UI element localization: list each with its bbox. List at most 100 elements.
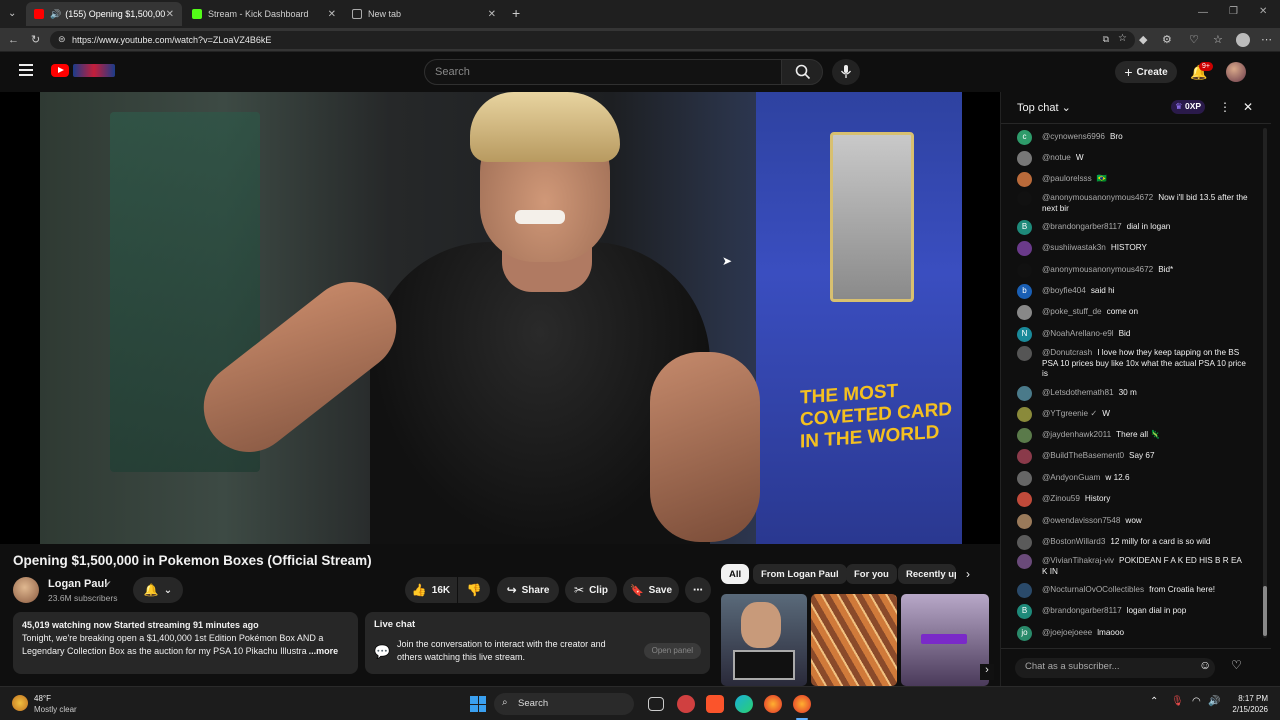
chat-author[interactable]: @jaydenhawk2011 (1042, 430, 1111, 439)
chat-author[interactable]: @cynowens6996 (1042, 132, 1105, 141)
tray-chevron-icon[interactable]: ⌃ (1150, 696, 1158, 707)
chat-message[interactable]: b @boyfie404 said hi (1017, 284, 1249, 299)
chat-author[interactable]: @Donutcrash (1042, 348, 1092, 357)
clip-button[interactable]: ✂ Clip (565, 577, 617, 603)
chat-avatar[interactable]: N (1017, 327, 1032, 342)
recommended-thumbnail-1[interactable] (721, 594, 807, 686)
tray-volume-icon[interactable]: 🔊 (1208, 696, 1220, 707)
more-menu-icon[interactable]: ⋯ (1261, 34, 1272, 46)
tray-wifi-icon[interactable]: ◠ (1192, 696, 1201, 707)
chat-author[interactable]: @AndyonGuam (1042, 473, 1100, 482)
recommended-thumbnail-3[interactable] (901, 594, 989, 686)
chat-avatar[interactable] (1017, 346, 1032, 361)
minimize-icon[interactable]: — (1198, 7, 1208, 18)
chat-author[interactable]: @poke_stuff_de (1042, 307, 1102, 316)
chat-avatar[interactable] (1017, 471, 1032, 486)
chip-all[interactable]: All (721, 564, 750, 584)
chat-message[interactable]: c @cynowens6996 Bro (1017, 130, 1249, 145)
save-button[interactable]: 🔖 Save (623, 577, 679, 603)
like-button[interactable]: 👍 16K (405, 577, 457, 603)
chat-message[interactable]: @Letsdothemath81 30 m (1017, 386, 1249, 401)
channel-avatar[interactable] (13, 577, 39, 603)
video-player[interactable]: THE MOST COVETED CARD IN THE WORLD ➤ (0, 92, 1000, 544)
firefox-icon[interactable] (764, 695, 782, 713)
chat-message[interactable]: @VivianTihakraj-viv POKIDEAN F A K ED HIS… (1017, 554, 1249, 577)
app-icon-red[interactable] (677, 695, 695, 713)
chat-avatar[interactable] (1017, 191, 1032, 206)
weather-icon[interactable] (12, 695, 28, 711)
chat-author[interactable]: @brandongarber8117 (1042, 222, 1122, 231)
chat-author[interactable]: @Letsdothemath81 (1042, 388, 1114, 397)
chat-author[interactable]: @anonymousanonymous4672 (1042, 193, 1153, 202)
brave-icon[interactable] (706, 695, 724, 713)
chip-for-you[interactable]: For you (846, 564, 897, 584)
close-window-icon[interactable]: ✕ (1259, 6, 1267, 17)
chat-message[interactable]: @AndyonGuam w 12.6 (1017, 471, 1249, 486)
heart-icon[interactable]: ♡ (1231, 658, 1242, 672)
browser-essentials-icon[interactable]: ♡ (1189, 34, 1199, 46)
chat-message[interactable]: B @brandongarber8117 logan dial in pop (1017, 604, 1249, 619)
chat-author[interactable]: @BuildTheBasement0 (1042, 451, 1124, 460)
show-more-link[interactable]: ...more (309, 645, 339, 658)
emoji-icon[interactable]: ☺ (1199, 658, 1211, 672)
points-badge[interactable]: ♛ 0XP (1171, 100, 1206, 114)
youtube-doodle-icon[interactable] (73, 64, 115, 77)
dislike-button[interactable]: 👎 (458, 577, 490, 603)
chat-avatar[interactable] (1017, 449, 1032, 464)
chat-author[interactable]: @BostonWillard3 (1042, 537, 1105, 546)
create-button[interactable]: + Create (1115, 61, 1177, 83)
thumbnails-next-arrow-icon[interactable]: › (980, 664, 994, 680)
chip-recently-uploaded[interactable]: Recently up (898, 564, 956, 584)
chat-message[interactable]: @paulorelsss 🇧🇷 (1017, 172, 1249, 187)
split-view-icon[interactable]: ⧉ (1103, 34, 1109, 45)
youtube-logo[interactable] (51, 64, 69, 77)
chat-author[interactable]: @sushiiwastak3n (1042, 243, 1106, 252)
description-box[interactable]: 45,019 watching now Started streaming 91… (13, 612, 358, 674)
share-button[interactable]: ↪ Share (497, 577, 559, 603)
chat-avatar[interactable]: c (1017, 130, 1032, 145)
chat-author[interactable]: @VivianTihakraj-viv (1042, 556, 1114, 565)
extension-diamond-icon[interactable]: ◆ (1139, 34, 1147, 46)
extensions-icon[interactable]: ⚙ (1162, 34, 1172, 46)
chat-author[interactable]: @brandongarber8117 (1042, 606, 1122, 615)
close-tab-icon[interactable]: ✕ (328, 9, 336, 20)
chat-avatar[interactable] (1017, 386, 1032, 401)
maximize-icon[interactable]: ❐ (1229, 6, 1238, 17)
search-button[interactable] (781, 59, 823, 85)
chip-from-logan-paul[interactable]: From Logan Paul (753, 564, 847, 584)
tab-youtube[interactable]: 🔊 (155) Opening $1,500,000 in P ✕ (26, 2, 182, 26)
chat-avatar[interactable] (1017, 263, 1032, 278)
chat-message[interactable]: @anonymousanonymous4672 Now i'll bid 13.5… (1017, 191, 1249, 214)
chat-message[interactable]: @BostonWillard3 12 milly for a card is so… (1017, 535, 1249, 550)
favorite-star-icon[interactable]: ☆ (1118, 33, 1127, 44)
chat-avatar[interactable] (1017, 241, 1032, 256)
chat-avatar[interactable] (1017, 428, 1032, 443)
chat-message[interactable]: @owendavisson7548 wow (1017, 514, 1249, 529)
start-windows-icon[interactable] (470, 696, 486, 712)
voice-search-button[interactable] (832, 59, 860, 85)
chat-message[interactable]: @YTgreenie ✓ W (1017, 407, 1249, 422)
new-tab-plus-icon[interactable]: + (512, 5, 520, 21)
chat-message[interactable]: @poke_stuff_de come on (1017, 305, 1249, 320)
chat-avatar[interactable] (1017, 305, 1032, 320)
site-info-icon[interactable]: ⊜ (58, 34, 66, 45)
taskbar-search[interactable]: ⌕ Search (494, 693, 634, 715)
chat-avatar[interactable]: b (1017, 284, 1032, 299)
chat-author[interactable]: @NoahArellano-e9l (1042, 329, 1114, 338)
tab-new[interactable]: New tab ✕ (344, 2, 504, 26)
hamburger-menu-icon[interactable] (19, 64, 33, 76)
profile-avatar[interactable] (1236, 33, 1250, 47)
chat-author[interactable]: @NocturnalOvOCollectibles (1042, 585, 1144, 594)
chat-avatar[interactable]: B (1017, 604, 1032, 619)
chat-author[interactable]: @joejoejoeee (1042, 628, 1092, 637)
close-tab-icon[interactable]: ✕ (166, 9, 174, 20)
tray-mic-icon[interactable]: 🎙 (1171, 696, 1184, 707)
clock-time[interactable]: 8:17 PM (1226, 694, 1268, 703)
tab-kick[interactable]: Stream - Kick Dashboard ✕ (184, 2, 344, 26)
video-frame[interactable]: THE MOST COVETED CARD IN THE WORLD (40, 92, 962, 544)
chat-author[interactable]: @boyfie404 (1042, 286, 1086, 295)
chat-message[interactable]: N @NoahArellano-e9l Bid (1017, 327, 1249, 342)
chat-avatar[interactable] (1017, 492, 1032, 507)
chat-message[interactable]: @Donutcrash I love how they keep tapping … (1017, 346, 1249, 380)
open-panel-button[interactable]: Open panel (643, 643, 701, 659)
